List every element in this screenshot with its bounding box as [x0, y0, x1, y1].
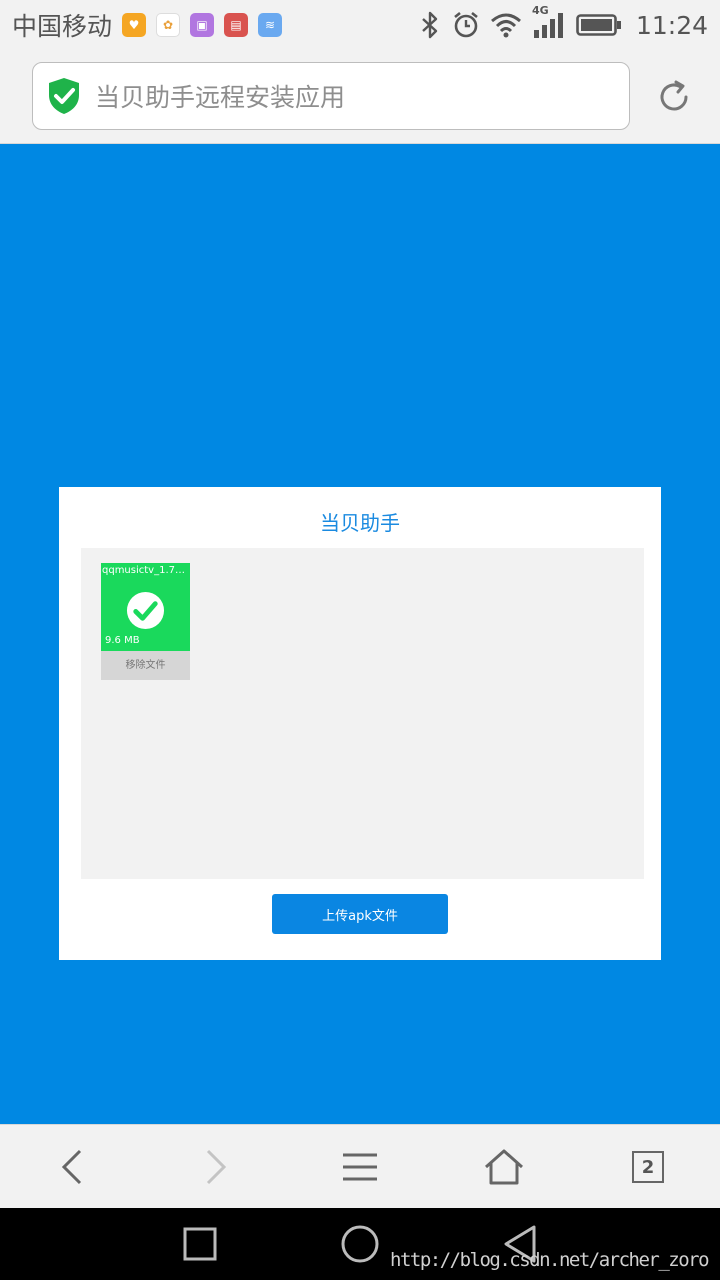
browser-address-area: 当贝助手远程安装应用	[0, 50, 720, 144]
file-tile: qqmusictv_1.7.6_... 9.6 MB 移除文件	[101, 563, 190, 680]
card-title: 当贝助手	[320, 511, 400, 535]
tab-count: 2	[632, 1151, 664, 1183]
file-drop-zone[interactable]: qqmusictv_1.7.6_... 9.6 MB 移除文件	[81, 548, 644, 879]
home-icon	[485, 1149, 523, 1185]
status-bar: 中国移动 ♥ ✿ ▣ ▤ ≋ 4G 11:24	[0, 0, 720, 50]
remove-file-button[interactable]: 移除文件	[101, 651, 190, 680]
check-circle-icon	[126, 591, 165, 630]
browser-toolbar: 2	[0, 1124, 720, 1208]
chevron-left-icon	[61, 1149, 82, 1185]
bluetooth-icon	[422, 11, 438, 39]
back-button[interactable]	[50, 1145, 94, 1189]
file-size: 9.6 MB	[105, 635, 140, 646]
web-page: 当贝助手 qqmusictv_1.7.6_... 9.6 MB 移除文件 上传a…	[0, 144, 720, 1124]
upload-card: 当贝助手 qqmusictv_1.7.6_... 9.6 MB 移除文件 上传a…	[59, 487, 661, 960]
watermark-text: http://blog.csdn.net/archer_zoro	[390, 1249, 710, 1271]
health-app-icon: ♥	[122, 13, 147, 37]
battery-icon	[576, 14, 621, 36]
recents-square-icon[interactable]	[180, 1224, 220, 1264]
hamburger-menu-icon	[343, 1153, 377, 1181]
address-bar[interactable]: 当贝助手远程安装应用	[32, 62, 630, 130]
wall-app-icon: ▤	[224, 13, 249, 37]
file-preview: qqmusictv_1.7.6_... 9.6 MB	[101, 563, 190, 651]
upload-apk-button[interactable]: 上传apk文件	[272, 894, 448, 934]
forward-button[interactable]	[194, 1145, 238, 1189]
flower-app-icon: ✿	[156, 13, 181, 37]
carrier-name: 中国移动	[12, 12, 113, 41]
wifi-app-icon: ≋	[258, 13, 283, 37]
home-button[interactable]	[482, 1145, 526, 1189]
home-circle-icon[interactable]	[340, 1224, 380, 1264]
cellular-signal-icon: 4G	[532, 4, 566, 40]
address-text: 当贝助手远程安装应用	[95, 83, 346, 112]
reload-icon[interactable]	[656, 79, 692, 115]
clock: 11:24	[635, 10, 708, 40]
gallery-app-icon: ▣	[190, 13, 215, 37]
file-name: qqmusictv_1.7.6_...	[102, 565, 188, 576]
notification-icons: ♥ ✿ ▣ ▤ ≋	[122, 13, 283, 37]
secure-shield-icon	[49, 78, 79, 114]
menu-button[interactable]	[338, 1145, 382, 1189]
chevron-right-icon	[206, 1149, 227, 1185]
wifi-signal-icon	[490, 13, 521, 38]
tabs-button[interactable]: 2	[626, 1145, 670, 1189]
alarm-icon	[454, 11, 478, 38]
